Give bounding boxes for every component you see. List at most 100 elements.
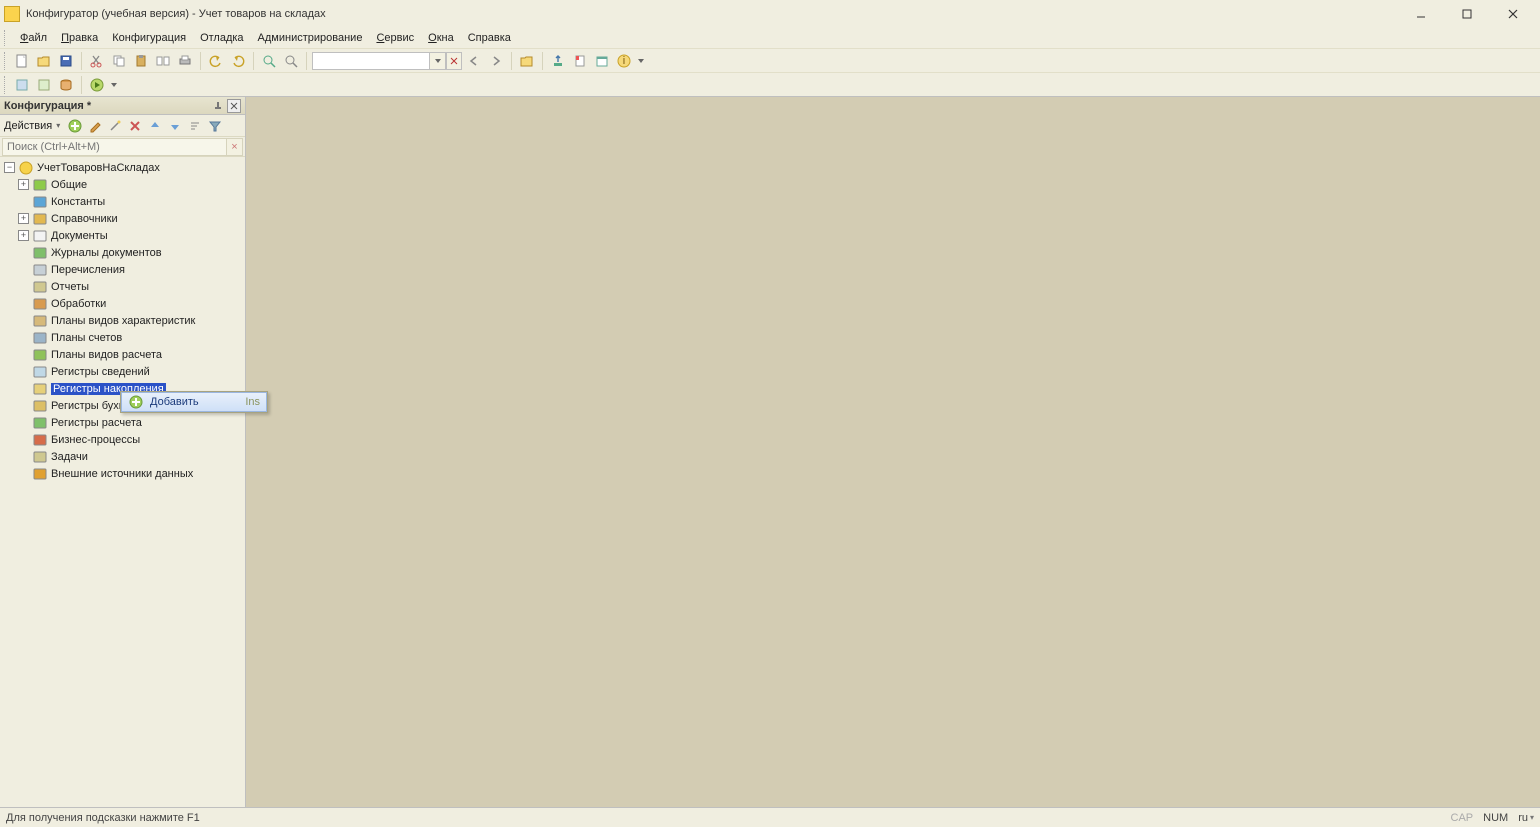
tree-item-icon <box>32 228 48 244</box>
toolbar2-grip <box>4 76 8 94</box>
tree-item[interactable]: +Планы счетов <box>0 329 245 346</box>
tree-item[interactable]: +Документы <box>0 227 245 244</box>
tree-item[interactable]: +Отчеты <box>0 278 245 295</box>
sort-button[interactable] <box>186 117 204 135</box>
search-input[interactable] <box>312 52 430 70</box>
syntax-check-button[interactable] <box>548 51 568 71</box>
tree-item-label: Планы видов расчета <box>51 349 162 361</box>
tree-item-label: Задачи <box>51 451 88 463</box>
update-db-button[interactable] <box>56 75 76 95</box>
delete-button[interactable] <box>126 117 144 135</box>
tree-item[interactable]: +Планы видов расчета <box>0 346 245 363</box>
open-config-button[interactable] <box>12 75 32 95</box>
new-file-button[interactable] <box>12 51 32 71</box>
help-dropdown[interactable] <box>636 51 646 71</box>
context-menu: Добавить Ins <box>120 391 268 413</box>
tree-item-icon <box>32 262 48 278</box>
expander-icon[interactable]: + <box>18 230 29 241</box>
actions-dropdown-icon[interactable]: ▾ <box>56 121 64 130</box>
menu-отладка[interactable]: Отладка <box>194 30 249 46</box>
add-button[interactable] <box>66 117 84 135</box>
minimize-button[interactable] <box>1398 0 1444 28</box>
tree-item[interactable]: + Перечисления <box>0 261 245 278</box>
print-button[interactable] <box>175 51 195 71</box>
tree-item[interactable]: +Задачи <box>0 448 245 465</box>
close-button[interactable] <box>1490 0 1536 28</box>
tree-item[interactable]: +Регистры сведений <box>0 363 245 380</box>
menu-конфигурация[interactable]: Конфигурация <box>106 30 192 46</box>
help-button[interactable]: i <box>614 51 634 71</box>
open-folder-button[interactable] <box>517 51 537 71</box>
wand-button[interactable] <box>106 117 124 135</box>
tree-item[interactable]: +Планы видов характеристик <box>0 312 245 329</box>
cut-button[interactable] <box>87 51 107 71</box>
menu-администрирование[interactable]: Администрирование <box>252 30 369 46</box>
tree-root[interactable]: − УчетТоваровНаСкладах <box>0 159 245 176</box>
tree-item-label: Регистры расчета <box>51 417 142 429</box>
status-num: NUM <box>1483 812 1508 824</box>
find-global-button[interactable] <box>281 51 301 71</box>
bookmark-list-button[interactable] <box>570 51 590 71</box>
redo-button[interactable] <box>228 51 248 71</box>
tree-item[interactable]: +Регистры расчета <box>0 414 245 431</box>
panel-toolbar: Действия ▾ <box>0 115 245 137</box>
config-tree[interactable]: − УчетТоваровНаСкладах +Общие+Константы+… <box>0 157 245 807</box>
maximize-button[interactable] <box>1444 0 1490 28</box>
expander-icon[interactable]: + <box>18 179 29 190</box>
tree-item-label: Планы счетов <box>51 332 122 344</box>
tree-item-icon <box>32 194 48 210</box>
tree-item[interactable]: +Бизнес-процессы <box>0 431 245 448</box>
move-up-button[interactable] <box>146 117 164 135</box>
add-icon <box>128 394 144 410</box>
tree-item[interactable]: +Общие <box>0 176 245 193</box>
menu-файл[interactable]: Файл <box>14 30 53 46</box>
tree-item[interactable]: +Внешние источники данных <box>0 465 245 482</box>
compare-button[interactable] <box>153 51 173 71</box>
search-dropdown-button[interactable] <box>430 52 446 70</box>
panel-search-input[interactable] <box>2 138 227 156</box>
paste-button[interactable] <box>131 51 151 71</box>
db-config-button[interactable] <box>34 75 54 95</box>
tree-item[interactable]: +Справочники <box>0 210 245 227</box>
copy-button[interactable] <box>109 51 129 71</box>
expander-blank: + <box>18 247 29 258</box>
panel-close-button[interactable] <box>227 99 241 113</box>
filter-button[interactable] <box>206 117 224 135</box>
undo-button[interactable] <box>206 51 226 71</box>
find-prev-button[interactable] <box>464 51 484 71</box>
expander-icon[interactable]: − <box>4 162 15 173</box>
panel-titlebar: Конфигурация * <box>0 97 245 115</box>
open-file-button[interactable] <box>34 51 54 71</box>
tree-item[interactable]: +Обработки <box>0 295 245 312</box>
context-menu-add[interactable]: Добавить Ins <box>121 392 267 412</box>
menu-правка[interactable]: Правка <box>55 30 104 46</box>
status-lang[interactable]: ru <box>1518 812 1528 824</box>
search-combo[interactable] <box>312 52 462 70</box>
expander-icon[interactable]: + <box>18 213 29 224</box>
tree-item-label: Перечисления <box>51 264 125 276</box>
panel-pin-button[interactable] <box>211 99 225 113</box>
search-clear-button[interactable] <box>446 52 462 70</box>
menu-окна[interactable]: Окна <box>422 30 460 46</box>
find-button[interactable] <box>259 51 279 71</box>
menu-сервис[interactable]: Сервис <box>370 30 420 46</box>
tree-item[interactable]: +Константы <box>0 193 245 210</box>
menu-справка[interactable]: Справка <box>462 30 517 46</box>
debug-dropdown[interactable] <box>109 75 119 95</box>
window-controls <box>1398 0 1536 28</box>
tree-item-label: Бизнес-процессы <box>51 434 140 446</box>
tree-item[interactable]: +Журналы документов <box>0 244 245 261</box>
lang-dropdown-icon[interactable]: ▾ <box>1530 813 1534 822</box>
debug-start-button[interactable] <box>87 75 107 95</box>
edit-button[interactable] <box>86 117 104 135</box>
calendar-button[interactable] <box>592 51 612 71</box>
expander-blank: + <box>18 264 29 275</box>
find-next-button[interactable] <box>486 51 506 71</box>
config-root-icon <box>18 160 34 176</box>
actions-menu[interactable]: Действия <box>4 120 54 132</box>
panel-search-clear[interactable]: × <box>227 138 243 156</box>
move-down-button[interactable] <box>166 117 184 135</box>
save-button[interactable] <box>56 51 76 71</box>
tree-item-icon <box>32 398 48 414</box>
tree-item-label: Регистры сведений <box>51 366 150 378</box>
